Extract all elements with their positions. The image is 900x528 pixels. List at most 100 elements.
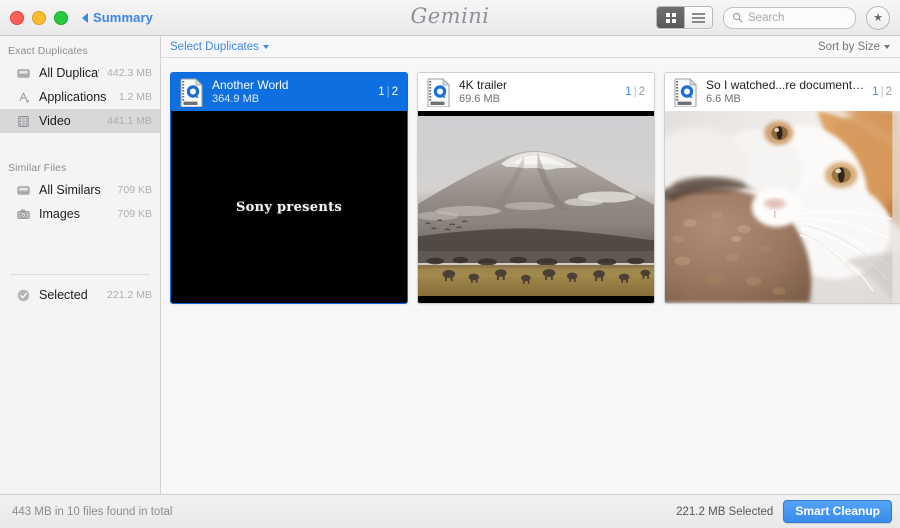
card-size: 6.6 MB [706, 93, 864, 107]
card-size: 364.9 MB [212, 93, 370, 107]
card-counter-separator: | [881, 86, 884, 98]
card-thumbnail[interactable] [418, 111, 654, 303]
content-area: Select Duplicates Sort by Size [161, 36, 900, 494]
card-thumbnail[interactable] [665, 111, 900, 303]
card-current-index: 1 [378, 86, 384, 98]
filmstrip-icon [16, 114, 31, 129]
sidebar-group-title-similar-files: Similar Files [0, 159, 160, 178]
card-title: Another World [212, 78, 370, 93]
sidebar-group-spacer [0, 133, 160, 159]
card-thumbnail[interactable]: Sony presents [171, 111, 407, 303]
view-mode-toggle[interactable] [656, 6, 713, 29]
duplicate-card[interactable]: So I watched...re documentary 6.6 MB 1|2 [664, 72, 900, 304]
status-bar: 443 MB in 10 files found in total 221.2 … [0, 494, 900, 528]
sidebar: Exact Duplicates All Duplicates 442.3 MB… [0, 36, 161, 494]
card-current-index: 1 [872, 86, 878, 98]
drive-icon [16, 66, 31, 81]
back-to-summary-button[interactable]: Summary [82, 10, 153, 25]
star-icon: ★ [873, 11, 883, 24]
sidebar-item-label: Images [39, 207, 80, 221]
card-size: 69.6 MB [459, 93, 617, 107]
sidebar-item-label: All Similars [39, 183, 101, 197]
card-current-index: 1 [625, 86, 631, 98]
duplicate-group-stack: So I watched...re documentary 6.6 MB 1|2 [664, 72, 900, 304]
quicktime-movie-icon [179, 78, 204, 107]
card-duplicate-counter: 1|2 [625, 86, 645, 98]
smart-cleanup-button[interactable]: Smart Cleanup [783, 500, 892, 523]
card-file-info: 4K trailer 69.6 MB [459, 78, 617, 107]
card-header[interactable]: So I watched...re documentary 6.6 MB 1|2 [665, 73, 900, 111]
kilimanjaro-photo [418, 111, 654, 303]
grid-view-icon [666, 13, 676, 23]
card-counter-separator: | [634, 86, 637, 98]
total-found-label: 443 MB in 10 files found in total [12, 506, 172, 518]
card-total-count: 2 [886, 86, 892, 98]
toolbar-right-controls: Search ★ [656, 6, 890, 30]
card-duplicate-counter: 1|2 [872, 86, 892, 98]
traffic-light-buttons [10, 11, 68, 25]
drive-icon [16, 183, 31, 198]
sidebar-item-selected[interactable]: Selected 221.2 MB [0, 283, 160, 307]
chevron-down-icon [884, 45, 890, 49]
card-header[interactable]: Another World 364.9 MB 1|2 [171, 73, 407, 111]
search-placeholder: Search [748, 12, 784, 24]
card-slot: Another World 364.9 MB 1|2 Sony presents [161, 64, 408, 304]
card-title: 4K trailer [459, 78, 617, 93]
card-header[interactable]: 4K trailer 69.6 MB 1|2 [418, 73, 654, 111]
duplicate-group-stack: Another World 364.9 MB 1|2 Sony presents [170, 72, 408, 304]
favorites-star-button[interactable]: ★ [866, 6, 890, 30]
sort-by-dropdown[interactable]: Sort by Size [818, 41, 890, 53]
gemini-app-window: Summary Gemini [0, 0, 900, 528]
window-body: Exact Duplicates All Duplicates 442.3 MB… [0, 36, 900, 494]
quicktime-movie-icon [426, 78, 451, 107]
card-file-info: So I watched...re documentary 6.6 MB [706, 78, 864, 107]
card-title: So I watched...re documentary [706, 78, 864, 93]
duplicate-cards-grid: Another World 364.9 MB 1|2 Sony presents [161, 58, 900, 494]
selected-row-size: 221.2 MB [107, 289, 152, 301]
close-window-button[interactable] [10, 11, 24, 25]
sidebar-item-all-duplicates[interactable]: All Duplicates 442.3 MB [0, 61, 160, 85]
card-file-info: Another World 364.9 MB [212, 78, 370, 107]
duplicate-card[interactable]: Another World 364.9 MB 1|2 Sony presents [170, 72, 408, 304]
sidebar-item-size: 709 KB [118, 208, 152, 220]
select-duplicates-dropdown[interactable]: Select Duplicates [170, 41, 269, 53]
chevron-left-icon [82, 13, 88, 23]
thumbnail-caption: Sony presents [236, 200, 342, 215]
duplicate-group-stack: 4K trailer 69.6 MB 1|2 [417, 72, 655, 304]
card-counter-separator: | [387, 86, 390, 98]
duplicate-card[interactable]: 4K trailer 69.6 MB 1|2 [417, 72, 655, 304]
sidebar-divider [10, 274, 150, 275]
sidebar-item-size: 709 KB [118, 184, 152, 196]
sidebar-item-label: Video [39, 114, 71, 128]
card-total-count: 2 [639, 86, 645, 98]
sidebar-item-applications[interactable]: Applications 1.2 MB [0, 85, 160, 109]
sidebar-item-video[interactable]: Video 441.1 MB [0, 109, 160, 133]
content-toolbar: Select Duplicates Sort by Size [161, 36, 900, 58]
quicktime-movie-icon [673, 78, 698, 107]
sort-by-label: Sort by Size [818, 41, 880, 53]
list-view-icon [692, 13, 705, 23]
list-view-button[interactable] [684, 7, 712, 28]
chevron-down-icon [263, 45, 269, 49]
sidebar-item-size: 1.2 MB [119, 91, 152, 103]
check-circle-icon [16, 288, 31, 303]
sidebar-item-label: All Duplicates [39, 66, 99, 80]
sidebar-item-label: Applications [39, 90, 106, 104]
card-duplicate-counter: 1|2 [378, 86, 398, 98]
search-field[interactable]: Search [723, 7, 856, 29]
search-icon [732, 12, 743, 23]
camera-icon [16, 207, 31, 222]
appstore-icon [16, 90, 31, 105]
sidebar-item-size: 442.3 MB [107, 67, 152, 79]
grid-view-button[interactable] [657, 7, 684, 28]
zoom-window-button[interactable] [54, 11, 68, 25]
selected-row-label: Selected [39, 288, 88, 302]
sidebar-item-all-similars[interactable]: All Similars 709 KB [0, 178, 160, 202]
card-slot: So I watched...re documentary 6.6 MB 1|2 [655, 64, 900, 304]
cat-photo [665, 111, 900, 303]
minimize-window-button[interactable] [32, 11, 46, 25]
back-button-label: Summary [93, 10, 153, 25]
card-total-count: 2 [392, 86, 398, 98]
status-bar-actions: 221.2 MB Selected Smart Cleanup [676, 500, 892, 523]
sidebar-item-images[interactable]: Images 709 KB [0, 202, 160, 226]
